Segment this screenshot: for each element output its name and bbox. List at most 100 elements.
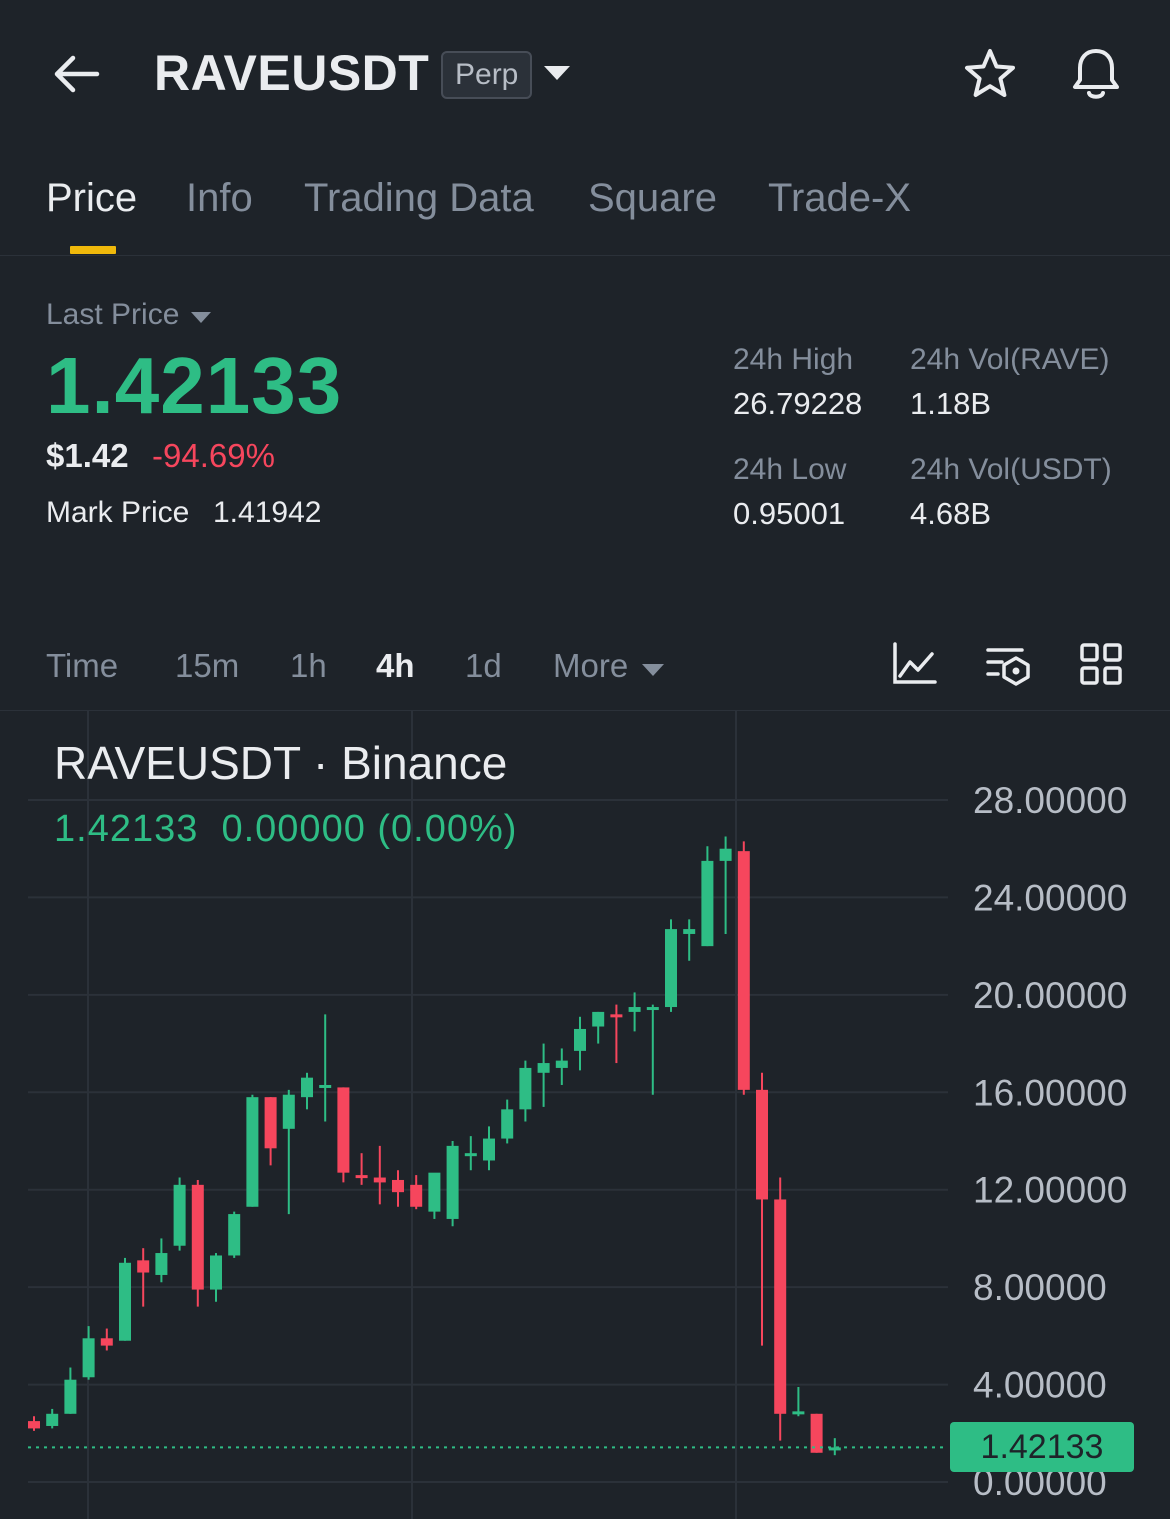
chart-settings-button[interactable] bbox=[982, 640, 1034, 692]
24h-vol-base-value: 1.18B bbox=[910, 386, 992, 421]
candle-body bbox=[774, 1199, 787, 1414]
current-price-tag: 1.42133 bbox=[950, 1422, 1134, 1472]
candle-body bbox=[592, 1011, 605, 1027]
tab-price[interactable]: Price bbox=[46, 176, 137, 221]
layout-button[interactable] bbox=[1075, 640, 1127, 692]
candle-body bbox=[337, 1087, 350, 1173]
y-tick-label: 16.00000 bbox=[973, 1072, 1127, 1113]
tab-square[interactable]: Square bbox=[588, 176, 717, 221]
last-price-label: Last Price bbox=[46, 298, 180, 331]
candle-body bbox=[46, 1413, 59, 1426]
back-button[interactable] bbox=[40, 40, 112, 112]
candle-body bbox=[82, 1338, 95, 1378]
tab-trade-x[interactable]: Trade-X bbox=[768, 176, 911, 221]
candle-body bbox=[610, 1014, 623, 1018]
bell-icon bbox=[1070, 46, 1122, 107]
arrow-left-icon bbox=[51, 54, 101, 99]
y-tick-label: 28.00000 bbox=[973, 780, 1127, 821]
candle-body bbox=[464, 1153, 477, 1157]
candle-body bbox=[683, 929, 696, 934]
candle-body bbox=[428, 1172, 441, 1212]
candle-body bbox=[173, 1184, 186, 1246]
last-price-value: 1.42133 bbox=[46, 341, 343, 430]
grid-layout-icon bbox=[1079, 642, 1123, 691]
candle-body bbox=[792, 1411, 805, 1415]
candle-body bbox=[665, 929, 677, 1008]
candle-body bbox=[756, 1089, 768, 1200]
candle-body bbox=[719, 848, 732, 861]
candle-body bbox=[191, 1184, 204, 1290]
interval-4h[interactable]: 4h bbox=[376, 647, 415, 685]
24h-low-value: 0.95001 bbox=[733, 496, 846, 531]
interval-15m[interactable]: 15m bbox=[175, 647, 239, 685]
candle-body bbox=[355, 1175, 368, 1179]
candle-body bbox=[64, 1379, 77, 1414]
candle-body bbox=[137, 1260, 150, 1273]
symbol-title: RAVEUSDT bbox=[154, 45, 430, 101]
mark-price-label: Mark Price bbox=[46, 496, 190, 529]
indicator-button[interactable] bbox=[888, 640, 940, 692]
24h-high-label: 24h High bbox=[733, 343, 854, 376]
candle-body bbox=[119, 1262, 131, 1341]
last-price-selector[interactable]: Last Price bbox=[46, 298, 212, 332]
chart-legend-title: RAVEUSDT · Binance bbox=[54, 737, 508, 789]
tab-trading-data[interactable]: Trading Data bbox=[304, 176, 534, 221]
contract-type-badge: Perp bbox=[441, 51, 533, 99]
candle-body bbox=[537, 1063, 550, 1073]
y-tick-label: 8.00000 bbox=[973, 1267, 1107, 1308]
interval-1h[interactable]: 1h bbox=[290, 647, 327, 685]
main-tabs: Price Info Trading Data Square Trade-X bbox=[0, 170, 1170, 256]
candle-body bbox=[628, 1007, 641, 1012]
candle-body bbox=[737, 851, 750, 1090]
candle-body bbox=[282, 1094, 295, 1129]
interval-1d[interactable]: 1d bbox=[465, 647, 502, 685]
candle-body bbox=[100, 1338, 113, 1346]
candle-body bbox=[155, 1253, 168, 1275]
24h-high-value: 26.79228 bbox=[733, 386, 863, 421]
candle-body bbox=[646, 1007, 659, 1011]
interval-more[interactable]: More bbox=[553, 647, 665, 685]
candle-body bbox=[483, 1138, 495, 1161]
y-tick-label: 12.00000 bbox=[973, 1170, 1127, 1211]
24h-low-label: 24h Low bbox=[733, 453, 847, 486]
tab-info[interactable]: Info bbox=[186, 176, 253, 221]
price-alert-button[interactable] bbox=[1064, 44, 1128, 108]
candle-body bbox=[210, 1255, 222, 1290]
candle-body bbox=[519, 1067, 532, 1110]
candle-body bbox=[301, 1077, 313, 1098]
indicator-chart-icon bbox=[891, 641, 937, 691]
24h-vol-quote-label: 24h Vol(USDT) bbox=[910, 453, 1112, 486]
star-icon bbox=[963, 48, 1017, 105]
mark-price-value: 1.41942 bbox=[213, 496, 322, 529]
chart-settings-icon bbox=[984, 642, 1032, 691]
candle-body bbox=[373, 1177, 386, 1183]
price-change-percent: -94.69% bbox=[152, 437, 275, 474]
24h-vol-base-label: 24h Vol(RAVE) bbox=[910, 343, 1110, 376]
chart-candles bbox=[28, 836, 841, 1456]
candle-body bbox=[701, 860, 714, 947]
candle-body bbox=[410, 1184, 423, 1207]
caret-down-icon bbox=[191, 298, 212, 332]
y-tick-label: 24.00000 bbox=[973, 877, 1127, 918]
caret-down-icon bbox=[642, 647, 665, 685]
y-tick-label: 20.00000 bbox=[973, 975, 1127, 1016]
price-axis: 28.00000 24.00000 20.00000 16.00000 12.00000… bbox=[973, 780, 1127, 1503]
candle-body bbox=[446, 1145, 459, 1219]
favorite-button[interactable] bbox=[958, 44, 1022, 108]
chart-legend-ohlc: 1.42133 0.00000 (0.00%) bbox=[54, 808, 518, 850]
candle-body bbox=[319, 1084, 332, 1088]
symbol-dropdown-button[interactable] bbox=[540, 58, 574, 92]
candle-body bbox=[228, 1214, 241, 1256]
y-tick-label: 4.00000 bbox=[973, 1365, 1107, 1406]
24h-vol-quote-value: 4.68B bbox=[910, 496, 992, 531]
active-tab-indicator bbox=[70, 246, 116, 254]
interval-time[interactable]: Time bbox=[46, 647, 118, 685]
candle-body bbox=[28, 1421, 40, 1429]
candle-body bbox=[555, 1060, 568, 1068]
candle-body bbox=[246, 1097, 259, 1207]
candle-body bbox=[501, 1109, 514, 1139]
candle-body bbox=[264, 1097, 277, 1149]
candle-body bbox=[574, 1028, 586, 1051]
candle-body bbox=[392, 1179, 404, 1193]
usd-price: $1.42 bbox=[46, 437, 129, 474]
